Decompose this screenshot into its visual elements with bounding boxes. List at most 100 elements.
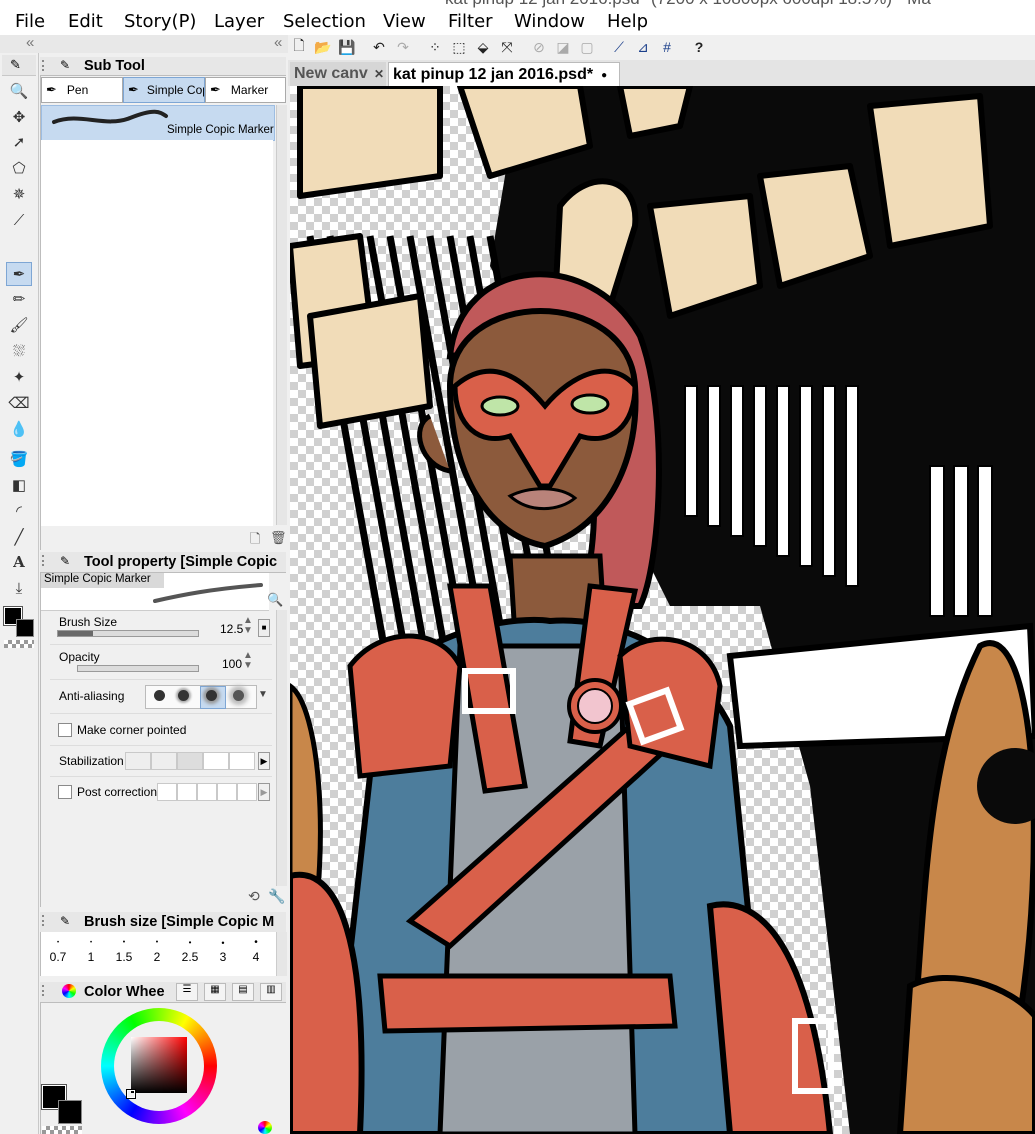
stabilization-seg-1[interactable] xyxy=(125,752,151,770)
color-panel-sub-swatch[interactable] xyxy=(58,1100,82,1124)
eyedropper-icon[interactable]: ⟋ xyxy=(6,208,32,232)
reset-settings-icon[interactable]: ⟲ xyxy=(248,888,260,905)
brush-size-option[interactable]: • 2 xyxy=(144,936,170,974)
post-correction-seg-4[interactable] xyxy=(217,783,237,801)
antialias-medium-icon[interactable] xyxy=(206,690,217,701)
menu-file[interactable]: File xyxy=(15,11,45,32)
post-correction-seg-3[interactable] xyxy=(197,783,217,801)
undo-icon[interactable]: ↶ xyxy=(370,38,388,56)
brush-size-option[interactable]: • 4 xyxy=(243,936,269,974)
open-file-icon[interactable]: 📂 xyxy=(314,38,332,56)
ruler-snap-icon[interactable]: ⟋ xyxy=(610,38,628,56)
transform-icon[interactable]: ⬚ xyxy=(450,38,468,56)
pencil-tool-icon[interactable]: ✏ xyxy=(6,287,32,311)
fill-tool-icon[interactable]: 🪣 xyxy=(6,447,32,471)
subtool-tab-marker[interactable]: ✒ Marker xyxy=(205,77,286,103)
brush-size-scrollbar[interactable] xyxy=(276,932,287,976)
subtool-item-simple-copic-marker[interactable]: Simple Copic Marker xyxy=(41,105,275,141)
antialias-none-icon[interactable] xyxy=(154,690,165,701)
marker-tool-icon[interactable]: ✒ xyxy=(6,262,32,286)
opacity-slider[interactable] xyxy=(77,665,199,672)
menu-edit[interactable]: Edit xyxy=(68,11,103,32)
close-tab-icon[interactable]: ✕ xyxy=(374,67,384,81)
stabilization-seg-4[interactable] xyxy=(203,752,229,770)
special-ruler-snap-icon[interactable]: ⊿ xyxy=(634,38,652,56)
post-correction-checkbox[interactable] xyxy=(58,785,72,799)
menu-layer[interactable]: Layer xyxy=(214,11,264,32)
menu-view[interactable]: View xyxy=(383,11,426,32)
stabilization-arrow-icon[interactable]: ▶ xyxy=(258,752,270,770)
delete-subtool-icon[interactable]: 🗑 xyxy=(270,530,287,546)
move-tool-icon[interactable]: ✥ xyxy=(6,105,32,129)
grid-snap-icon[interactable]: # xyxy=(658,38,676,56)
sub-color-swatch[interactable] xyxy=(16,619,34,637)
airbrush-tool-icon[interactable]: ⛆ xyxy=(6,339,32,363)
object-tool-icon[interactable]: ➚ xyxy=(6,130,32,154)
menu-story[interactable]: Story(P) xyxy=(124,11,196,32)
selection-border-icon[interactable]: ▢ xyxy=(578,38,596,56)
figure-tool-icon[interactable]: ◜ xyxy=(6,499,32,523)
canvas[interactable] xyxy=(290,86,1035,1134)
fill-icon[interactable]: ⬙ xyxy=(474,38,492,56)
color-mode-icon[interactable] xyxy=(258,1121,272,1134)
new-file-icon[interactable]: 🗋 xyxy=(290,37,308,56)
menu-filter[interactable]: Filter xyxy=(448,11,493,32)
intermediate-color-tab-icon[interactable]: ▤ xyxy=(232,983,254,1001)
balloon-tool-icon[interactable]: ⤓ xyxy=(6,576,32,600)
invert-selection-icon[interactable]: ◪ xyxy=(554,38,572,56)
gradient-tool-icon[interactable]: ◧ xyxy=(6,473,32,497)
doc-tab-kat-pinup[interactable]: kat pinup 12 jan 2016.psd* ● xyxy=(388,62,620,87)
antialias-dropdown-icon[interactable]: ▼ xyxy=(258,689,268,700)
brush-tool-icon[interactable]: 🖌 xyxy=(6,313,32,337)
antialias-weak-icon[interactable] xyxy=(178,690,189,701)
modified-dot-icon[interactable]: ● xyxy=(601,70,607,81)
clear-icon[interactable]: ⁘ xyxy=(426,38,444,56)
antialias-strong-icon[interactable] xyxy=(233,690,244,701)
subtool-tab-simple-copic[interactable]: ✒ Simple Cop xyxy=(123,77,205,103)
color-set-tab-icon[interactable]: ▦ xyxy=(204,983,226,1001)
menu-help[interactable]: Help xyxy=(607,11,648,32)
brush-size-menu-icon[interactable]: ■ xyxy=(258,619,270,637)
stabilization-seg-5[interactable] xyxy=(229,752,255,770)
add-subtool-icon[interactable]: 🗋 xyxy=(250,530,260,552)
deselect-icon[interactable]: ⊘ xyxy=(530,38,548,56)
subtool-tab-pen[interactable]: ✒ Pen xyxy=(41,77,123,103)
opacity-value[interactable]: 100 xyxy=(222,657,242,671)
color-saturation-square[interactable] xyxy=(131,1037,187,1093)
transparent-color-swatch[interactable] xyxy=(4,640,34,648)
subtool-scrollbar[interactable] xyxy=(276,105,287,525)
corner-pointed-checkbox[interactable] xyxy=(58,723,72,737)
post-correction-seg-5[interactable] xyxy=(237,783,257,801)
magic-wand-icon[interactable]: ✵ xyxy=(6,182,32,206)
brush-size-value[interactable]: 12.5 xyxy=(220,622,243,636)
brush-size-option[interactable]: • 1 xyxy=(78,936,104,974)
line-tool-icon[interactable]: ╱ xyxy=(6,525,32,549)
text-tool-icon[interactable]: A xyxy=(6,550,32,574)
color-picker-handle-icon[interactable] xyxy=(126,1089,136,1099)
menu-window[interactable]: Window xyxy=(514,11,585,32)
brush-size-spinner-icon[interactable]: ▲ ▼ xyxy=(243,616,253,636)
help-icon[interactable]: ? xyxy=(690,38,708,56)
menu-selection[interactable]: Selection xyxy=(283,11,366,32)
post-correction-seg-1[interactable] xyxy=(157,783,177,801)
color-slider-tab-icon[interactable]: ☰ xyxy=(176,983,198,1001)
decoration-tool-icon[interactable]: ✦ xyxy=(6,365,32,389)
brush-size-option[interactable]: • 3 xyxy=(210,936,236,974)
post-correction-seg-2[interactable] xyxy=(177,783,197,801)
brush-settings-icon[interactable]: 🔍 xyxy=(267,592,283,608)
scale-icon[interactable]: ⤧ xyxy=(498,38,516,56)
brush-size-option[interactable]: • 1.5 xyxy=(111,936,137,974)
color-panel-title[interactable]: Color Whee xyxy=(84,984,170,1000)
tool-property-scrollbar[interactable] xyxy=(276,610,287,886)
approximate-color-tab-icon[interactable]: ▥ xyxy=(260,983,282,1001)
redo-icon[interactable]: ↷ xyxy=(394,38,412,56)
stabilization-seg-2[interactable] xyxy=(151,752,177,770)
blend-tool-icon[interactable]: 💧 xyxy=(6,417,32,441)
zoom-tool-icon[interactable]: 🔍 xyxy=(6,79,32,103)
collapse-left-icon[interactable]: « xyxy=(26,34,34,51)
save-icon[interactable]: 💾 xyxy=(338,38,356,56)
brush-size-slider[interactable] xyxy=(57,630,199,637)
opacity-spinner-icon[interactable]: ▲ ▼ xyxy=(243,651,253,671)
stabilization-seg-3[interactable] xyxy=(177,752,203,770)
post-correction-arrow-icon[interactable]: ▶ xyxy=(258,783,270,801)
